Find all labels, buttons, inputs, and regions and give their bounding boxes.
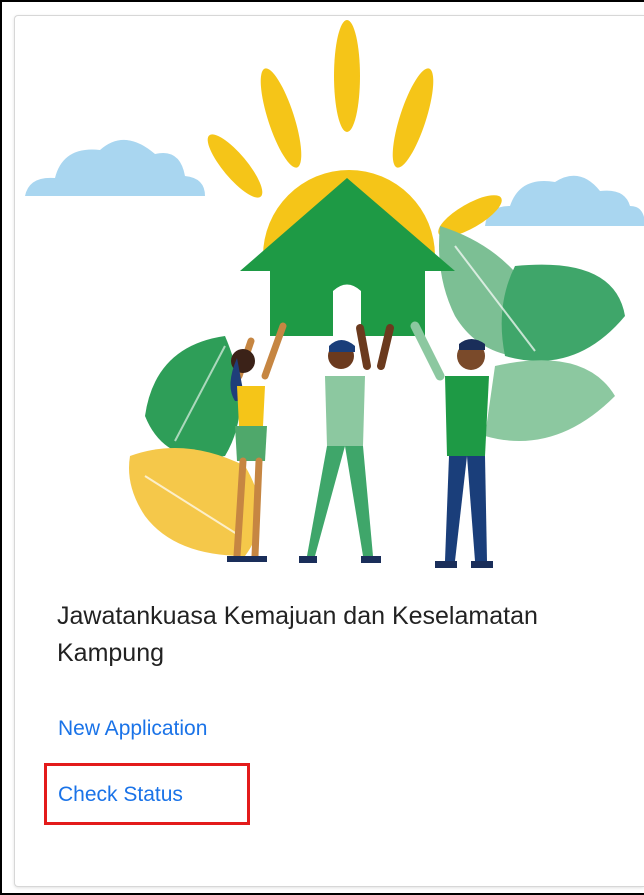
house-icon xyxy=(240,178,455,336)
card-title: Jawatankuasa Kemajuan dan Keselamatan Ka… xyxy=(57,602,538,667)
check-status-link[interactable]: Check Status xyxy=(58,782,183,808)
people-icon xyxy=(227,321,493,568)
cloud-icon xyxy=(485,175,644,226)
card-illustration xyxy=(25,20,644,568)
cloud-icon xyxy=(25,139,205,196)
new-application-link[interactable]: New Application xyxy=(58,716,207,742)
service-card[interactable]: Jawatankuasa Kemajuan dan Keselamatan Ka… xyxy=(14,15,644,887)
